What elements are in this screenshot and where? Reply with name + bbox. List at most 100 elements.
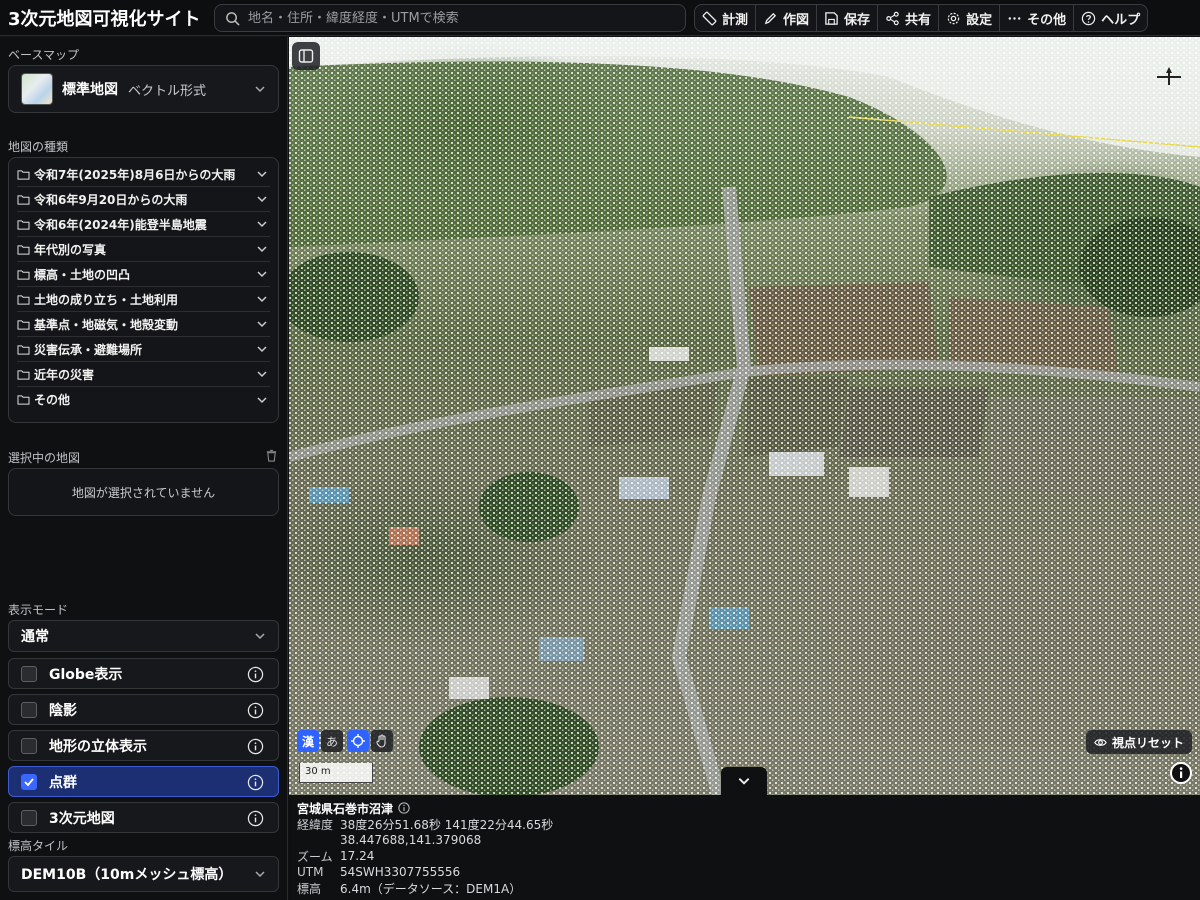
point-cloud-scene bbox=[289, 37, 1200, 795]
layer-toggle-label: 点群 bbox=[49, 774, 77, 791]
layer-toggle-label: Globe表示 bbox=[49, 666, 123, 683]
elevation-label: 標高 bbox=[297, 881, 322, 896]
folder-icon bbox=[17, 319, 30, 330]
elevation-row: 標高 6.4m（データソース：DEM1A） bbox=[297, 880, 1192, 896]
map-type-item[interactable]: 標高・土地の凹凸 bbox=[17, 262, 270, 287]
sidebar-toggle-icon bbox=[298, 49, 314, 63]
layer-checkbox[interactable] bbox=[21, 809, 37, 826]
basemap-thumbnail bbox=[21, 73, 53, 105]
share-button[interactable]: 共有 bbox=[878, 5, 940, 31]
search-input[interactable] bbox=[248, 10, 668, 26]
gear-icon bbox=[947, 12, 960, 24]
more-button[interactable]: その他 bbox=[1000, 5, 1075, 31]
display-mode-select[interactable]: 通常 bbox=[8, 620, 312, 672]
map-canvas[interactable]: 漢 あ 30 m 視点リセット bbox=[289, 37, 1200, 795]
folder-icon bbox=[17, 169, 30, 180]
save-button[interactable]: 保存 bbox=[817, 5, 879, 31]
scale-bar: 30 m bbox=[299, 763, 373, 783]
info-icon[interactable] bbox=[247, 666, 264, 683]
layer-toggle[interactable]: Globe表示 bbox=[8, 658, 279, 689]
info-icon[interactable] bbox=[398, 802, 410, 814]
chevron-down-icon bbox=[257, 296, 267, 303]
layer-checkbox[interactable] bbox=[21, 737, 37, 754]
info-icon[interactable] bbox=[247, 774, 264, 791]
settings-button[interactable]: 設定 bbox=[939, 5, 1001, 31]
utm-row: UTM 54SWH3307755556 bbox=[297, 864, 1192, 880]
chevron-down-icon bbox=[257, 271, 267, 278]
chevron-down-icon bbox=[257, 396, 267, 403]
zoom-row: ズーム 17.24 bbox=[297, 848, 1192, 864]
map-types-list: 令和7年(2025年)8月6日からの大雨令和6年9月20日からの大雨令和6年(2… bbox=[8, 157, 279, 423]
layer-checkbox[interactable] bbox=[21, 701, 37, 718]
basemap-selector[interactable]: 標準地図 ベクトル形式 bbox=[8, 65, 279, 113]
map-type-item[interactable]: 災害伝承・避難場所 bbox=[17, 337, 270, 362]
trash-icon[interactable] bbox=[265, 449, 278, 462]
display-mode-label: 表示モード bbox=[8, 603, 69, 617]
pan-button[interactable] bbox=[371, 730, 393, 752]
more-icon bbox=[1008, 16, 1021, 20]
map-type-item[interactable]: 年代別の写真 bbox=[17, 237, 270, 262]
status-expand-tab[interactable] bbox=[721, 767, 767, 795]
view-reset-button[interactable]: 視点リセット bbox=[1085, 730, 1192, 754]
kanji-label-button[interactable]: 漢 bbox=[297, 730, 319, 752]
elevation-tile-value: DEM10B（10mメッシュ標高） bbox=[21, 867, 233, 883]
lonlat-row: 経緯度 38度26分51.68秒 141度22分44.65秒 bbox=[297, 816, 1192, 832]
draw-label: 作図 bbox=[783, 12, 810, 28]
search-box[interactable] bbox=[214, 4, 686, 32]
folder-icon bbox=[17, 294, 30, 305]
map-type-item[interactable]: 土地の成り立ち・土地利用 bbox=[17, 287, 270, 312]
folder-icon bbox=[17, 344, 30, 355]
layer-checkbox[interactable] bbox=[21, 665, 37, 682]
chevron-down-icon bbox=[257, 346, 267, 353]
kana-label-button[interactable]: あ bbox=[321, 730, 343, 752]
measure-button[interactable]: 計測 bbox=[695, 5, 757, 31]
layer-toggle[interactable]: 点群 bbox=[8, 766, 279, 797]
save-icon bbox=[825, 11, 838, 25]
map-type-item[interactable]: 令和7年(2025年)8月6日からの大雨 bbox=[17, 162, 270, 187]
map-type-item[interactable]: 近年の災害 bbox=[17, 362, 270, 387]
map-type-item[interactable]: 令和6年9月20日からの大雨 bbox=[17, 187, 270, 212]
chevron-down-icon bbox=[738, 778, 750, 785]
chevron-down-icon bbox=[257, 371, 267, 378]
layer-toggle[interactable]: 地形の立体表示 bbox=[8, 730, 279, 761]
map-type-item[interactable]: 基準点・地磁気・地殻変動 bbox=[17, 312, 270, 337]
info-icon[interactable] bbox=[247, 738, 264, 755]
map-type-label: 年代別の写真 bbox=[34, 242, 107, 257]
chevron-down-icon bbox=[257, 221, 267, 228]
place-name-row: 宮城県石巻市沼津 bbox=[297, 800, 1192, 816]
map-type-item[interactable]: 令和6年(2024年)能登半島地震 bbox=[17, 212, 270, 237]
zoom-label: ズーム bbox=[297, 849, 333, 864]
help-button[interactable]: ヘルプ bbox=[1074, 5, 1147, 31]
chevron-down-icon bbox=[255, 86, 265, 93]
map-type-label: 令和6年9月20日からの大雨 bbox=[34, 192, 188, 207]
info-icon bbox=[1172, 764, 1190, 782]
map-type-item[interactable]: その他 bbox=[17, 387, 270, 412]
layer-checkbox[interactable] bbox=[21, 773, 37, 790]
ruler-icon bbox=[702, 11, 717, 25]
draw-button[interactable]: 作図 bbox=[756, 5, 818, 31]
chevron-down-icon bbox=[257, 246, 267, 253]
location-status-panel: 宮城県石巻市沼津 経緯度 38度26分51.68秒 141度22分44.65秒 … bbox=[289, 795, 1200, 900]
info-icon[interactable] bbox=[247, 810, 264, 827]
map-type-label: 標高・土地の凹凸 bbox=[34, 267, 131, 282]
layer-toggle[interactable]: 陰影 bbox=[8, 694, 279, 725]
folder-icon bbox=[17, 369, 30, 380]
app-title: 3次元地図可視化サイト bbox=[8, 8, 201, 30]
layer-toggle[interactable]: 3次元地図 bbox=[8, 802, 279, 833]
folder-icon bbox=[17, 244, 30, 255]
panel-toggle-button[interactable] bbox=[292, 42, 320, 70]
settings-label: 設定 bbox=[966, 12, 993, 28]
crosshair-icon bbox=[351, 734, 365, 748]
selected-maps-label: 選択中の地図 bbox=[8, 451, 81, 465]
check-icon bbox=[24, 777, 34, 786]
map-type-label: 令和6年(2024年)能登半島地震 bbox=[34, 217, 207, 232]
map-types-label: 地図の種類 bbox=[8, 140, 69, 154]
attribution-button[interactable] bbox=[1170, 762, 1192, 784]
map-type-label: その他 bbox=[34, 393, 71, 407]
info-icon[interactable] bbox=[247, 702, 264, 719]
eye-icon bbox=[1094, 738, 1107, 746]
elevation-tile-select[interactable]: DEM10B（10mメッシュ標高） bbox=[8, 856, 279, 892]
chevron-down-icon bbox=[257, 321, 267, 328]
locate-button[interactable] bbox=[347, 730, 369, 752]
place-name: 宮城県石巻市沼津 bbox=[297, 801, 394, 816]
